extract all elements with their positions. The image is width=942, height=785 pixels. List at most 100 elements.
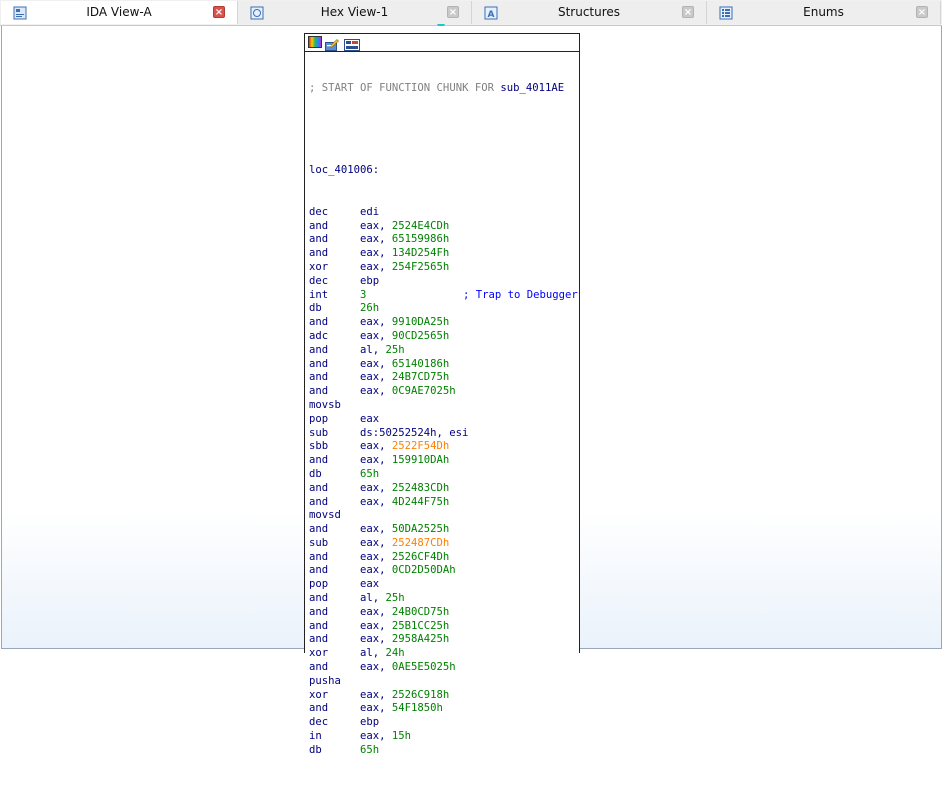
instruction-line[interactable]: and eax, 24B7CD75h [309, 371, 579, 385]
instruction-line[interactable]: and eax, 54F1850h [309, 702, 579, 716]
operand: eax, [360, 550, 392, 563]
mnemonic: and [309, 233, 329, 246]
instruction-line[interactable]: xor eax, 254F2565h [309, 261, 579, 275]
instruction-line[interactable]: dec ebp [309, 275, 579, 289]
comment: ; Trap to Debugger [463, 288, 578, 301]
mnemonic: and [309, 343, 329, 356]
tab-enums[interactable]: Enums × [707, 1, 941, 24]
immediate-value: 65h [360, 743, 380, 756]
group-nodes-icon[interactable] [344, 36, 360, 51]
immediate-value: 0CD2D50DAh [391, 564, 456, 577]
instruction-line[interactable]: and eax, 134D254Fh [309, 247, 579, 261]
instruction-line[interactable]: and eax, 65159986h [309, 233, 579, 247]
location-label[interactable]: loc_401006: [309, 164, 379, 176]
instruction-line[interactable]: xor al, 24h [309, 647, 579, 661]
tab-label: IDA View-A [86, 5, 152, 19]
operand: eax, [360, 316, 392, 329]
mnemonic: and [309, 633, 329, 646]
mnemonic: and [309, 371, 329, 384]
operand: eax, [360, 219, 392, 232]
operand: eax, [360, 536, 392, 549]
instruction-line[interactable]: movsd [309, 509, 579, 523]
instruction-line[interactable]: movsb [309, 399, 579, 413]
mnemonic: sub [309, 536, 329, 549]
instruction-line[interactable]: and eax, 24B0CD75h [309, 606, 579, 620]
immediate-value: 65159986h [391, 233, 450, 246]
instruction-line[interactable]: adc eax, 90CD2565h [309, 330, 579, 344]
instruction-line[interactable]: and al, 25h [309, 592, 579, 606]
close-icon[interactable]: × [916, 6, 928, 18]
instruction-line[interactable]: pop eax [309, 578, 579, 592]
instruction-line[interactable]: and eax, 2526CF4Dh [309, 551, 579, 565]
instruction-line[interactable]: pusha [309, 675, 579, 689]
mnemonic: sbb [309, 440, 329, 453]
immediate-value: 24B0CD75h [391, 605, 450, 618]
tab-label: Enums [803, 5, 844, 19]
immediate-value: 254F2565h [391, 260, 450, 273]
mnemonic: and [309, 605, 329, 618]
graph-view[interactable]: ; START OF FUNCTION CHUNK FOR sub_4011AE… [1, 26, 942, 756]
instruction-line[interactable]: in eax, 15h [309, 730, 579, 744]
instruction-line[interactable]: sub eax, 252487CDh [309, 537, 579, 551]
instruction-line[interactable]: and eax, 50DA2525h [309, 523, 579, 537]
operand: ebp [360, 274, 380, 287]
close-icon[interactable]: × [682, 6, 694, 18]
operand: eax, [360, 633, 392, 646]
mnemonic: and [309, 357, 329, 370]
operand: eax, [360, 495, 392, 508]
graph-node[interactable]: ; START OF FUNCTION CHUNK FOR sub_4011AE… [304, 33, 580, 756]
instruction-line[interactable]: int 3 ; Trap to Debugger [309, 289, 579, 303]
operand: eax, [360, 247, 392, 260]
instruction-line[interactable]: db 65h [309, 744, 579, 758]
mnemonic: and [309, 385, 329, 398]
immediate-value: 159910DAh [391, 454, 450, 467]
instruction-line[interactable]: and eax, 159910DAh [309, 454, 579, 468]
instruction-line[interactable]: and eax, 252483CDh [309, 482, 579, 496]
tab-bar: IDA View-A × Hex View-1 × A Structures ×… [0, 0, 942, 26]
mnemonic: and [309, 702, 329, 715]
rename-icon[interactable] [325, 36, 339, 51]
tab-label: Structures [557, 5, 621, 19]
instruction-line[interactable]: and eax, 0AE5E5025h [309, 661, 579, 675]
immediate-value: 25h [385, 343, 405, 356]
instruction-line[interactable]: and al, 25h [309, 344, 579, 358]
instruction-line[interactable]: and eax, 65140186h [309, 358, 579, 372]
immediate-value: 0C9AE7025h [391, 385, 456, 398]
disassembly-listing[interactable]: ; START OF FUNCTION CHUNK FOR sub_4011AE… [309, 54, 579, 785]
instruction-line[interactable]: dec edi [309, 206, 579, 220]
instruction-line[interactable]: and eax, 0C9AE7025h [309, 385, 579, 399]
mnemonic: db [309, 467, 322, 480]
instruction-line[interactable]: sbb eax, 2522F54Dh [309, 440, 579, 454]
mnemonic: movsd [309, 509, 341, 522]
mnemonic: and [309, 661, 329, 674]
operand: eax, [360, 385, 392, 398]
mnemonic: xor [309, 647, 329, 660]
instruction-line[interactable]: and eax, 2958A425h [309, 633, 579, 647]
instruction-line[interactable]: and eax, 2524E4CDh [309, 220, 579, 234]
mnemonic: and [309, 523, 329, 536]
instruction-line[interactable]: xor eax, 2526C918h [309, 689, 579, 703]
tab-structures[interactable]: A Structures × [472, 1, 707, 24]
instruction-line[interactable]: sub ds:50252524h, esi [309, 427, 579, 441]
tab-ida-view-a[interactable]: IDA View-A × [1, 1, 238, 24]
enums-icon [719, 5, 733, 20]
instruction-line[interactable]: db 26h [309, 302, 579, 316]
mnemonic: pop [309, 578, 329, 591]
structures-icon: A [484, 5, 498, 20]
immediate-value: 2958A425h [391, 633, 450, 646]
instruction-line[interactable]: and eax, 0CD2D50DAh [309, 564, 579, 578]
immediate-value: 2524E4CDh [391, 219, 450, 232]
tab-hex-view-1[interactable]: Hex View-1 × [238, 1, 472, 24]
instruction-line[interactable]: and eax, 25B1CC25h [309, 620, 579, 634]
instruction-line[interactable]: dec ebp [309, 716, 579, 730]
close-icon[interactable]: × [213, 6, 225, 18]
chunk-function-name[interactable]: sub_4011AE [500, 82, 564, 94]
close-icon[interactable]: × [447, 6, 459, 18]
color-icon[interactable] [308, 36, 322, 48]
instruction-line[interactable]: pop eax [309, 413, 579, 427]
immediate-value: 2522F54Dh [391, 440, 450, 453]
instruction-line[interactable]: db 65h [309, 468, 579, 482]
instruction-line[interactable]: and eax, 4D244F75h [309, 496, 579, 510]
mnemonic: dec [309, 274, 329, 287]
instruction-line[interactable]: and eax, 9910DA25h [309, 316, 579, 330]
